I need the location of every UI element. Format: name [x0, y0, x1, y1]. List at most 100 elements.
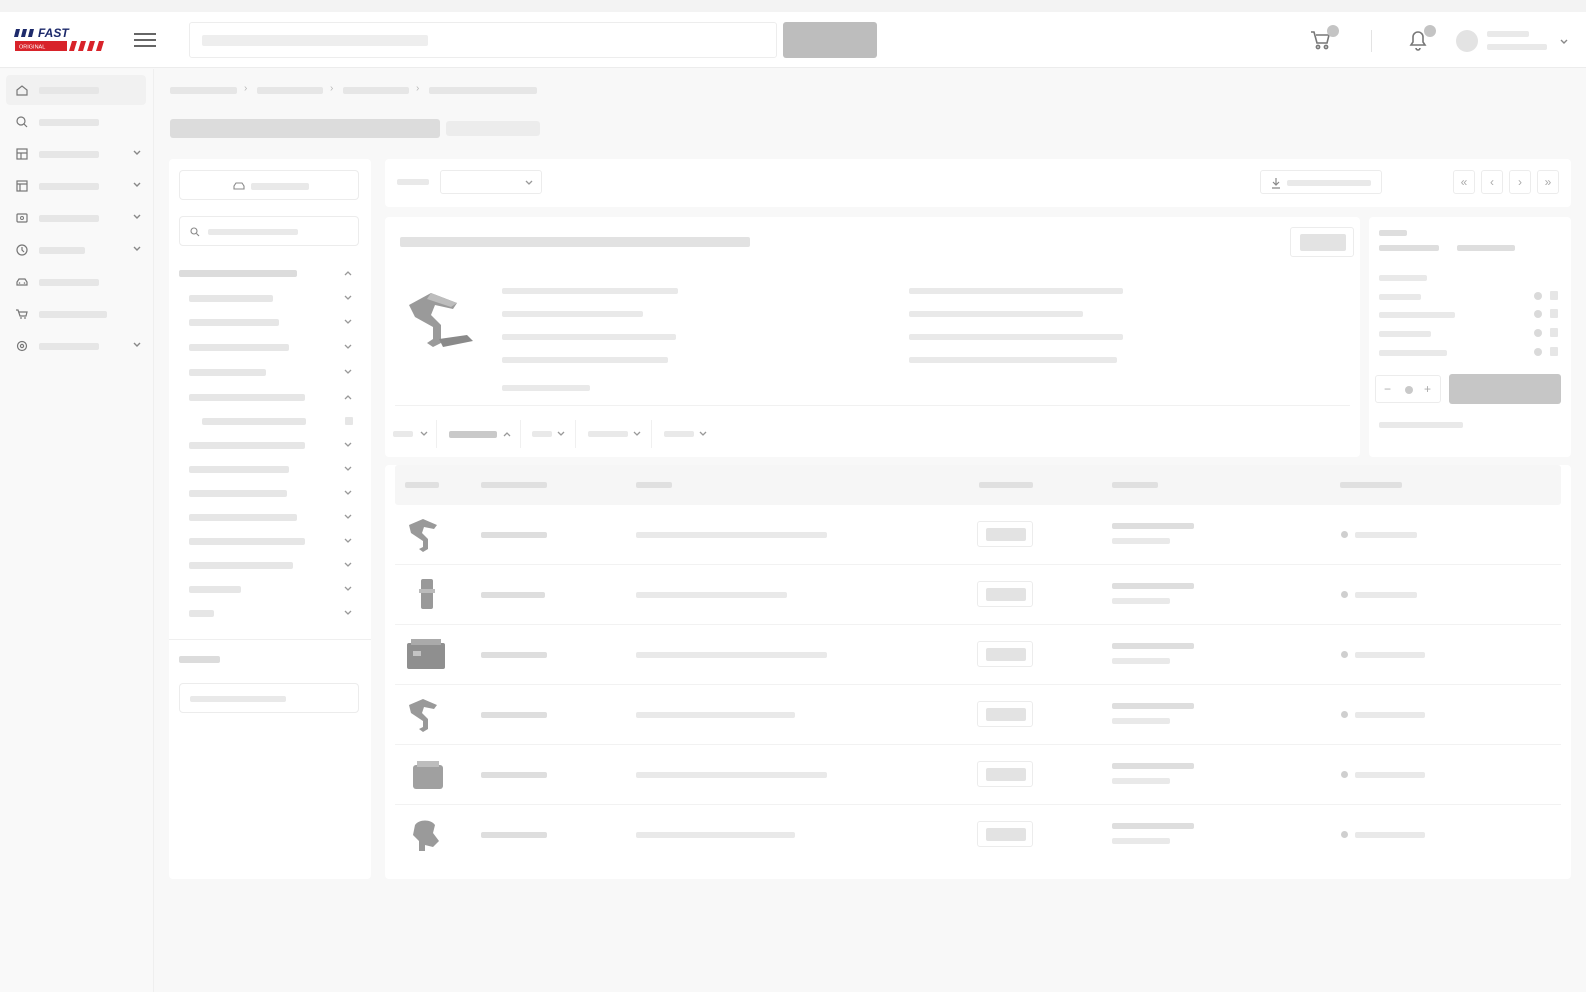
breadcrumb-item[interactable] — [343, 87, 409, 94]
brand-code — [1112, 538, 1170, 544]
download-button[interactable] — [1260, 170, 1382, 194]
column-header[interactable] — [979, 482, 1033, 488]
product-thumbnail — [409, 699, 437, 732]
next-page-icon[interactable]: › — [1509, 170, 1531, 194]
search-input[interactable] — [189, 22, 777, 58]
brand-name — [1112, 703, 1194, 709]
tree-item[interactable] — [189, 466, 289, 473]
filter-chip[interactable] — [664, 420, 724, 448]
sidebar-item-orders[interactable] — [6, 299, 146, 329]
part-description — [636, 832, 795, 838]
chevron-down-icon — [344, 490, 352, 495]
sort-select[interactable] — [440, 170, 542, 194]
column-header[interactable] — [636, 482, 672, 488]
product-detail-card — [385, 217, 1360, 457]
availability-dot — [1341, 831, 1348, 838]
avatar[interactable] — [1456, 30, 1478, 52]
tree-item[interactable] — [189, 514, 297, 521]
search-placeholder-skeleton — [208, 229, 298, 235]
table-row[interactable] — [395, 805, 1561, 865]
sidebar-item-history[interactable] — [6, 235, 146, 265]
decrement-button[interactable]: − — [1384, 382, 1391, 396]
chevron-down-icon — [344, 295, 352, 300]
table-row[interactable] — [395, 625, 1561, 685]
column-header[interactable] — [1112, 482, 1158, 488]
tree-item[interactable] — [189, 490, 287, 497]
table-row[interactable] — [395, 505, 1561, 565]
part-number — [481, 712, 547, 718]
brand-code — [1112, 838, 1170, 844]
column-header[interactable] — [481, 482, 547, 488]
tree-item[interactable] — [189, 344, 289, 351]
breadcrumb-item[interactable] — [257, 87, 323, 94]
sidebar-item-catalog[interactable] — [6, 139, 146, 169]
breadcrumb-separator-icon: › — [244, 83, 248, 94]
sidebar-item-calendar[interactable] — [6, 171, 146, 201]
tree-item[interactable] — [189, 295, 273, 302]
user-name-skeleton — [1487, 31, 1529, 37]
tree-item[interactable] — [189, 369, 266, 376]
stock-row — [1379, 331, 1431, 337]
add-to-cart-button[interactable] — [1449, 374, 1561, 404]
stock-dot — [1534, 310, 1542, 318]
stock-row — [1379, 350, 1447, 356]
chevron-down-icon — [344, 442, 352, 447]
chevron-down-icon — [344, 586, 352, 591]
tree-item[interactable] — [189, 442, 305, 449]
filter-search-input[interactable] — [179, 216, 359, 246]
column-header[interactable] — [405, 482, 439, 488]
table-row[interactable] — [395, 565, 1561, 625]
tree-item[interactable] — [189, 586, 241, 593]
chevron-down-icon — [344, 344, 352, 349]
part-description — [636, 772, 827, 778]
prev-page-icon[interactable]: ‹ — [1481, 170, 1503, 194]
tree-heading[interactable] — [179, 270, 297, 277]
quantity-value — [1405, 386, 1413, 394]
brand-logo[interactable]: FAST ORIGINAL — [14, 26, 106, 54]
brand-code — [1112, 778, 1170, 784]
select-vehicle-button[interactable] — [179, 170, 359, 200]
increment-button[interactable]: + — [1424, 382, 1431, 396]
brand-name — [1112, 643, 1194, 649]
availability-dot — [1341, 591, 1348, 598]
filter-chip-active[interactable] — [449, 420, 521, 448]
sidebar-item-settings[interactable] — [6, 331, 146, 361]
quantity-stepper[interactable]: − + — [1375, 375, 1441, 403]
tree-item[interactable] — [189, 562, 293, 569]
chevron-down-icon — [133, 246, 141, 251]
sidebar-item-home[interactable] — [6, 75, 146, 105]
tree-item-expanded[interactable] — [189, 394, 305, 401]
filter-text-input[interactable] — [179, 683, 359, 713]
sidebar-item-vehicles[interactable] — [6, 267, 146, 297]
last-page-icon[interactable]: » — [1537, 170, 1559, 194]
chevron-down-icon[interactable] — [1559, 34, 1569, 44]
breadcrumb-item[interactable] — [170, 87, 237, 94]
filter-chip[interactable] — [532, 420, 576, 448]
tree-item[interactable] — [189, 610, 214, 617]
tree-item[interactable] — [189, 319, 279, 326]
tree-item[interactable] — [189, 538, 305, 545]
product-tag-button[interactable] — [1290, 227, 1354, 257]
menu-icon[interactable] — [134, 30, 156, 50]
column-header[interactable] — [1340, 482, 1402, 488]
vehicle-icon — [16, 278, 28, 286]
price-alt-skeleton — [1457, 245, 1515, 251]
sidebar-label-skeleton — [39, 279, 99, 286]
table-header — [395, 465, 1561, 505]
spec-line — [909, 357, 1117, 363]
chevron-up-icon — [344, 271, 352, 276]
filter-chip[interactable] — [393, 420, 437, 448]
tree-subitem[interactable] — [202, 418, 306, 425]
sort-label-skeleton — [397, 179, 429, 185]
input-placeholder-skeleton — [190, 696, 286, 702]
availability-text — [1355, 592, 1417, 598]
sidebar-item-wallet[interactable] — [6, 203, 146, 233]
filter-chip[interactable] — [588, 420, 652, 448]
sidebar-label-skeleton — [39, 247, 85, 254]
stock-box — [1550, 347, 1558, 356]
table-row[interactable] — [395, 685, 1561, 745]
search-button[interactable] — [783, 22, 877, 58]
sidebar-item-search[interactable] — [6, 107, 146, 137]
table-row[interactable] — [395, 745, 1561, 805]
first-page-icon[interactable]: « — [1453, 170, 1475, 194]
